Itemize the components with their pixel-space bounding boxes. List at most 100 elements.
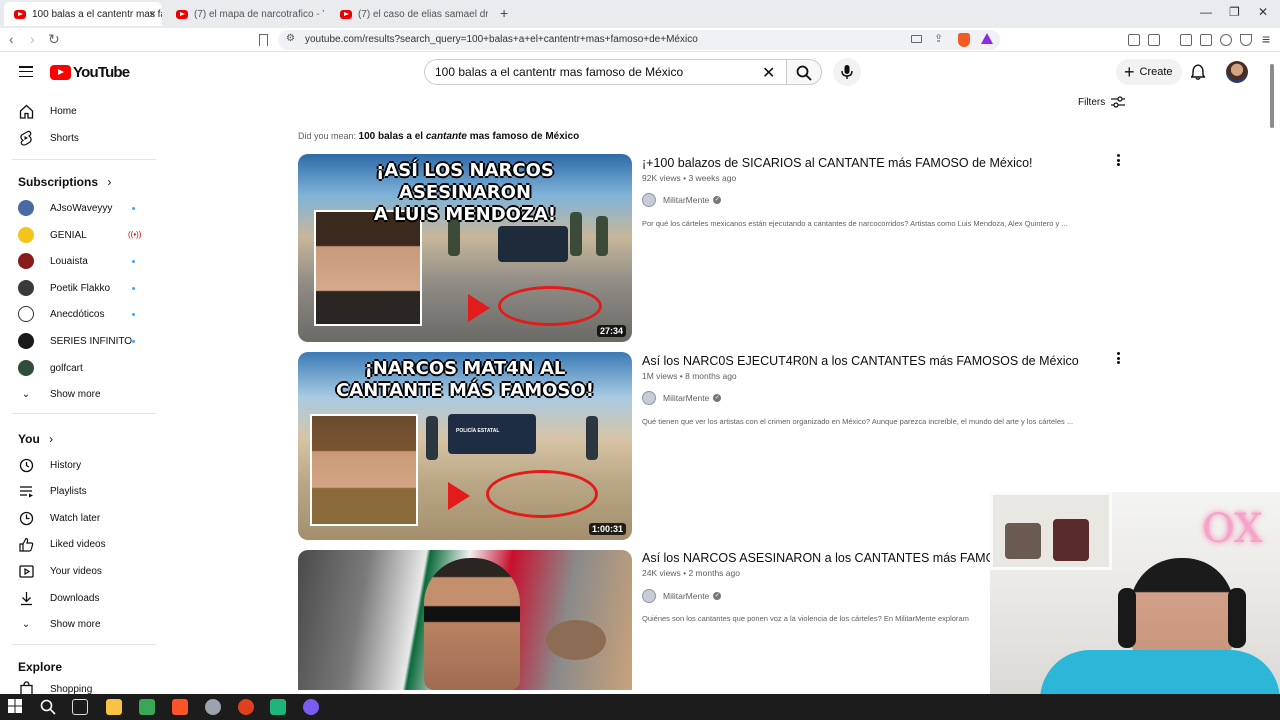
share-icon[interactable]: ⇪ (934, 32, 943, 45)
channel-link[interactable]: MilitarMente ✓ (642, 193, 722, 207)
filters-button[interactable]: Filters (1078, 96, 1126, 108)
channel-avatar (642, 193, 656, 207)
subscriptions-heading[interactable]: Subscriptions › (18, 175, 111, 189)
sidebar-item-shorts[interactable]: Shorts (18, 127, 148, 149)
sidebar-item-liked-videos[interactable]: Liked videos (18, 533, 148, 555)
video-thumbnail[interactable]: POLICÍA ESTATAL ¡NARCOS MAT4N AL CANTANT… (298, 352, 632, 540)
history-icon (18, 457, 34, 473)
channel-link[interactable]: MilitarMente ✓ (642, 391, 722, 405)
sidebar-subs-show-more[interactable]: ⌄ Show more (18, 383, 148, 405)
os-taskbar (0, 694, 1280, 720)
create-button[interactable]: + Create (1116, 59, 1182, 85)
browser-tab-active[interactable]: 100 balas a el cantentr mas famo × (4, 2, 162, 26)
sidebar-item-downloads[interactable]: Downloads (18, 587, 148, 609)
browser-tab[interactable]: (7) el caso de elias samael dross - Yo (330, 2, 488, 26)
vpn-icon[interactable] (1240, 34, 1252, 46)
reading-list-icon[interactable] (1200, 34, 1212, 46)
view-count: 92K views (642, 173, 681, 183)
video-title[interactable]: Así los NARCOS ASESINARON a los CANTANTE… (642, 551, 1022, 565)
search-box (424, 59, 786, 85)
channel-avatar (642, 391, 656, 405)
webcam-overlay: OX (990, 492, 1280, 700)
home-icon (18, 103, 34, 119)
wallet-icon[interactable] (1148, 34, 1160, 46)
address-bar[interactable]: ⚙ youtube.com/results?search_query=100+b… (278, 30, 1000, 50)
app-icon[interactable] (238, 699, 254, 715)
you-heading[interactable]: You › (18, 432, 53, 446)
truck-sign: POLICÍA ESTATAL (456, 428, 500, 434)
upload-age: 3 weeks ago (688, 173, 737, 183)
close-tab-icon[interactable]: × (149, 7, 156, 21)
sneaker-display (1005, 523, 1041, 559)
browser-tab[interactable]: (7) el mapa de narcotrafico - YouTub (166, 2, 324, 26)
sidebar-item-playlists[interactable]: Playlists (18, 480, 148, 502)
sidebar-you-show-more[interactable]: ⌄ Show more (18, 613, 148, 635)
forward-icon[interactable]: › (30, 32, 35, 46)
sidebar-item-shopping[interactable]: Shopping (18, 680, 148, 694)
account-avatar[interactable] (1226, 61, 1248, 83)
extensions-icon[interactable] (1128, 34, 1140, 46)
notifications-button[interactable] (1190, 64, 1206, 85)
site-info-icon[interactable]: ⚙ (286, 33, 295, 44)
new-content-dot (132, 340, 135, 343)
sidebar-item-label: Playlists (50, 485, 87, 497)
channel-name: MilitarMente (663, 195, 710, 205)
sidebar-item-watch-later[interactable]: Watch later (18, 507, 148, 529)
voice-search-button[interactable] (833, 58, 861, 86)
task-view-icon[interactable] (72, 699, 88, 715)
more-actions-icon[interactable] (1115, 154, 1121, 168)
more-actions-icon[interactable] (1115, 352, 1121, 366)
clear-search-icon[interactable]: ✕ (762, 63, 775, 83)
video-meta: 92K views • 3 weeks ago (642, 173, 737, 183)
close-window-icon[interactable]: ✕ (1258, 5, 1268, 19)
page-scrollbar[interactable] (1270, 64, 1274, 128)
browser-menu-icon[interactable]: ≡ (1262, 31, 1270, 47)
sidebar-subscription[interactable]: GENIAL ((•)) (18, 224, 148, 246)
app-icon[interactable] (303, 699, 319, 715)
video-title[interactable]: ¡+100 balazos de SICARIOS al CANTANTE má… (642, 156, 1033, 170)
brave-rewards-icon[interactable] (981, 33, 993, 44)
bookmark-icon[interactable] (259, 34, 268, 46)
sidebar-subscription[interactable]: SERIES INFINITO (18, 330, 148, 352)
sidebar-toggle-icon[interactable] (1180, 34, 1192, 46)
search-button[interactable] (786, 59, 822, 85)
sidebar-item-your-videos[interactable]: Your videos (18, 560, 148, 582)
search-icon[interactable] (40, 699, 56, 715)
sidebar-subscription[interactable]: Poetik Flakko (18, 277, 148, 299)
brave-browser-icon[interactable] (172, 699, 188, 715)
restore-icon[interactable]: ❐ (1229, 5, 1240, 19)
guide-menu-icon[interactable] (19, 66, 33, 78)
channel-link[interactable]: MilitarMente ✓ (642, 589, 722, 603)
file-explorer-icon[interactable] (106, 699, 122, 715)
sidebar-subscription[interactable]: Louaista (18, 250, 148, 272)
windows-start-icon[interactable] (8, 699, 24, 715)
did-you-mean-suggestion[interactable]: 100 balas a el cantante mas famoso de Mé… (359, 131, 580, 142)
url-text: youtube.com/results?search_query=100+bal… (305, 34, 698, 45)
sidebar-item-history[interactable]: History (18, 454, 148, 476)
new-tab-button[interactable]: + (500, 5, 508, 21)
thumbnail-headline: ¡NARCOS MAT4N AL CANTANTE MÁS FAMOSO! (312, 358, 618, 402)
sidebar-divider (12, 644, 156, 645)
cast-icon[interactable] (911, 35, 922, 43)
video-title[interactable]: Así los NARC0S EJECUT4R0N a los CANTANTE… (642, 354, 1079, 368)
app-icon[interactable] (205, 699, 221, 715)
store-icon[interactable] (139, 699, 155, 715)
sidebar-subscription[interactable]: AJsoWaveyyy (18, 197, 148, 219)
video-thumbnail[interactable]: ¡ASÍ LOS NARCOS ASESINARON A LUIS MENDOZ… (298, 154, 632, 342)
new-content-dot (132, 313, 135, 316)
leo-ai-icon[interactable] (1220, 34, 1232, 46)
sidebar-subscription[interactable]: Anecdóticos (18, 303, 148, 325)
back-icon[interactable]: ‹ (9, 32, 14, 46)
sidebar-item-home[interactable]: Home (18, 100, 148, 122)
app-icon[interactable] (270, 699, 286, 715)
youtube-logo[interactable]: YouTube (50, 64, 130, 81)
sidebar-subscription[interactable]: golfcart (18, 357, 148, 379)
brave-shields-icon[interactable] (958, 33, 970, 47)
video-meta: 1M views • 8 months ago (642, 371, 737, 381)
red-arrow (468, 294, 490, 322)
search-input[interactable] (435, 65, 755, 79)
minimize-icon[interactable]: — (1200, 5, 1212, 19)
video-thumbnail[interactable] (298, 550, 632, 690)
video-description: Quiénes son los cantantes que ponen voz … (642, 614, 969, 623)
reload-icon[interactable]: ↻ (48, 32, 60, 46)
